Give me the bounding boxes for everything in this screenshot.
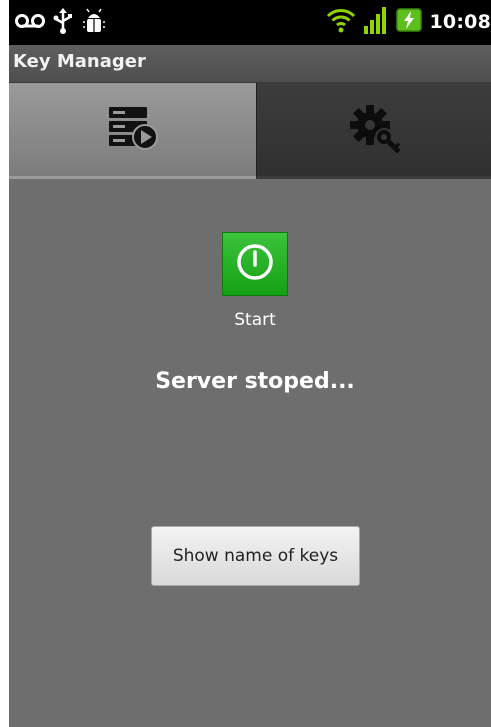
signal-icon (363, 6, 388, 38)
status-bar-clock: 10:08 (429, 11, 491, 33)
power-icon (235, 242, 275, 286)
show-keys-button[interactable]: Show name of keys (151, 526, 360, 586)
page-frame: 10:08 Key Manager Start Server stoped...… (0, 0, 491, 727)
system-icons: 10:08 (326, 6, 491, 38)
start-label: Start (234, 310, 276, 330)
start-button[interactable] (222, 232, 288, 296)
notification-icons (15, 8, 107, 38)
app-title: Key Manager (13, 51, 146, 72)
tab-server[interactable] (9, 83, 256, 179)
usb-icon (53, 8, 73, 38)
voicemail-icon (15, 12, 45, 34)
server-status-text: Server stoped... (155, 369, 355, 394)
tab-bar (9, 83, 491, 179)
status-bar: 10:08 (9, 0, 491, 45)
server-play-icon (107, 105, 159, 155)
gear-key-icon (344, 103, 404, 157)
battery-charging-icon (395, 7, 422, 37)
phone-screen: 10:08 Key Manager Start Server stoped...… (9, 0, 491, 727)
wifi-icon (326, 7, 356, 37)
tab-settings[interactable] (256, 83, 491, 179)
debug-bug-icon (81, 8, 107, 38)
app-title-bar: Key Manager (9, 45, 491, 83)
